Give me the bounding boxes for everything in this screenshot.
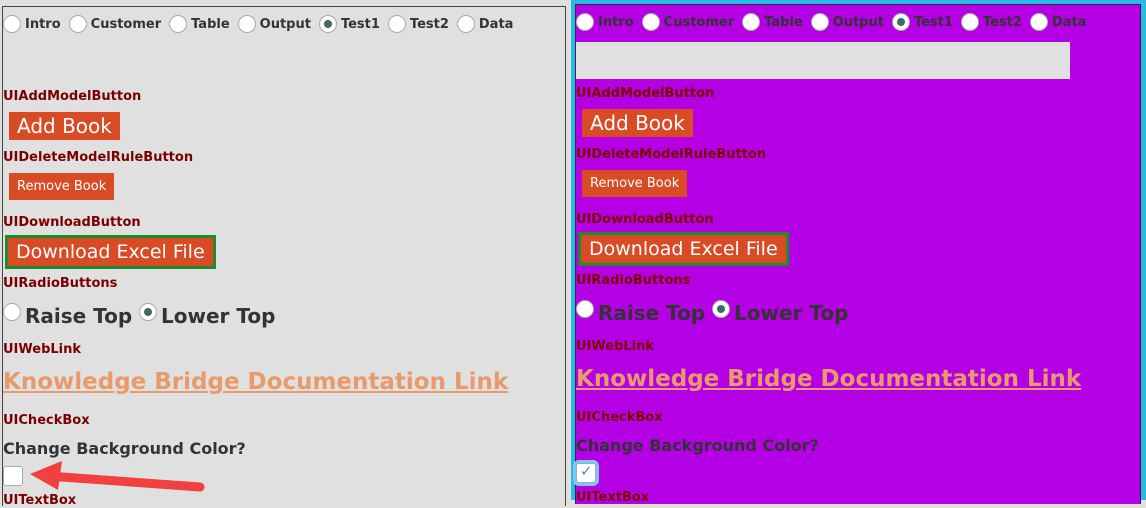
weblink-label: UIWebLink xyxy=(576,339,655,354)
option-label: Lower Top xyxy=(734,301,849,325)
remove-book-button[interactable]: Remove Book xyxy=(9,173,115,200)
tab-test2[interactable]: Test2 xyxy=(960,13,1022,31)
tab-label: Customer xyxy=(90,16,162,32)
download-label: UIDownloadButton xyxy=(3,215,141,230)
radio-icon[interactable] xyxy=(1029,13,1048,31)
radio-icon[interactable] xyxy=(3,303,21,321)
radio-selected-icon[interactable] xyxy=(891,13,910,31)
tab-label: Test2 xyxy=(982,14,1022,30)
tab-label: Intro xyxy=(25,16,61,32)
right-panel: Intro Customer Table Output Test1 Test2 … xyxy=(575,4,1141,505)
delete-rule-label: UIDeleteModelRuleButton xyxy=(3,150,194,165)
download-label: UIDownloadButton xyxy=(576,212,714,227)
tab-label: Test2 xyxy=(409,16,449,32)
tab-test1[interactable]: Test1 xyxy=(891,13,953,31)
change-background-checkbox[interactable]: ✓ xyxy=(576,462,596,483)
tab-intro[interactable]: Intro xyxy=(3,15,61,33)
radio-icon[interactable] xyxy=(576,13,594,31)
change-background-checkbox[interactable] xyxy=(3,466,23,486)
checkbox-question: Change Background Color? xyxy=(3,439,246,458)
radio-buttons-label: UIRadioButtons xyxy=(3,276,118,291)
option-label: Lower Top xyxy=(161,304,276,328)
add-book-button[interactable]: Add Book xyxy=(9,112,120,140)
tab-customer[interactable]: Customer xyxy=(68,15,162,33)
remove-book-button[interactable]: Remove Book xyxy=(582,170,688,197)
top-radio-group: Raise Top Lower Top xyxy=(3,303,403,334)
lower-top-option[interactable]: Lower Top xyxy=(139,303,276,328)
tab-label: Data xyxy=(1051,14,1087,30)
tab-test1[interactable]: Test1 xyxy=(318,15,380,33)
radio-icon[interactable] xyxy=(169,15,188,33)
tab-radio-group: Intro Customer Table Output Test1 Test2 … xyxy=(576,13,1094,31)
raise-top-option[interactable]: Raise Top xyxy=(3,303,133,328)
tab-label: Test1 xyxy=(340,16,380,32)
add-model-label: UIAddModelButton xyxy=(576,86,715,101)
tab-data[interactable]: Data xyxy=(456,15,514,33)
download-excel-button[interactable]: Download Excel File xyxy=(578,232,789,266)
option-label: Raise Top xyxy=(598,301,706,325)
tab-data[interactable]: Data xyxy=(1029,13,1087,31)
documentation-link[interactable]: Knowledge Bridge Documentation Link xyxy=(576,366,1081,392)
tab-label: Output xyxy=(832,14,884,30)
tab-test2[interactable]: Test2 xyxy=(387,15,449,33)
check-icon: ✓ xyxy=(580,462,593,480)
radio-icon[interactable] xyxy=(387,15,406,33)
add-book-button[interactable]: Add Book xyxy=(582,109,693,137)
empty-display-box xyxy=(576,42,1070,79)
tab-table[interactable]: Table xyxy=(169,15,230,33)
checkbox-label: UICheckBox xyxy=(3,413,90,428)
radio-icon[interactable] xyxy=(641,13,660,31)
checkbox-label: UICheckBox xyxy=(576,410,663,425)
download-excel-button[interactable]: Download Excel File xyxy=(5,235,216,269)
tab-label: Customer xyxy=(663,14,735,30)
radio-buttons-label: UIRadioButtons xyxy=(576,273,691,288)
tab-label: Table xyxy=(191,16,230,32)
radio-icon[interactable] xyxy=(68,15,87,33)
radio-icon[interactable] xyxy=(456,15,475,33)
radio-selected-icon[interactable] xyxy=(139,303,157,321)
tab-label: Table xyxy=(764,14,803,30)
raise-top-option[interactable]: Raise Top xyxy=(576,300,706,325)
lower-top-option[interactable]: Lower Top xyxy=(712,300,849,325)
left-panel: Intro Customer Table Output Test1 Test2 … xyxy=(2,6,566,508)
radio-icon[interactable] xyxy=(576,300,594,318)
radio-selected-icon[interactable] xyxy=(318,15,337,33)
textbox-label: UITextBox xyxy=(576,490,650,505)
radio-icon[interactable] xyxy=(3,15,21,33)
tab-intro[interactable]: Intro xyxy=(576,13,634,31)
add-model-label: UIAddModelButton xyxy=(3,89,142,104)
tab-radio-group: Intro Customer Table Output Test1 Test2 … xyxy=(3,15,521,33)
tab-output[interactable]: Output xyxy=(810,13,884,31)
weblink-label: UIWebLink xyxy=(3,342,82,357)
option-label: Raise Top xyxy=(25,304,133,328)
tab-label: Test1 xyxy=(913,14,953,30)
tab-label: Output xyxy=(259,16,311,32)
checkbox-question: Change Background Color? xyxy=(576,436,819,455)
tab-label: Intro xyxy=(598,14,634,30)
radio-selected-icon[interactable] xyxy=(712,300,730,318)
radio-icon[interactable] xyxy=(237,15,256,33)
radio-icon[interactable] xyxy=(742,13,761,31)
textbox-label: UITextBox xyxy=(3,493,77,508)
tab-label: Data xyxy=(478,16,514,32)
tab-customer[interactable]: Customer xyxy=(641,13,735,31)
documentation-link[interactable]: Knowledge Bridge Documentation Link xyxy=(3,369,508,395)
radio-icon[interactable] xyxy=(810,13,829,31)
tab-table[interactable]: Table xyxy=(742,13,803,31)
delete-rule-label: UIDeleteModelRuleButton xyxy=(576,147,767,162)
radio-icon[interactable] xyxy=(960,13,979,31)
tab-output[interactable]: Output xyxy=(237,15,311,33)
top-radio-group: Raise Top Lower Top xyxy=(576,300,976,331)
